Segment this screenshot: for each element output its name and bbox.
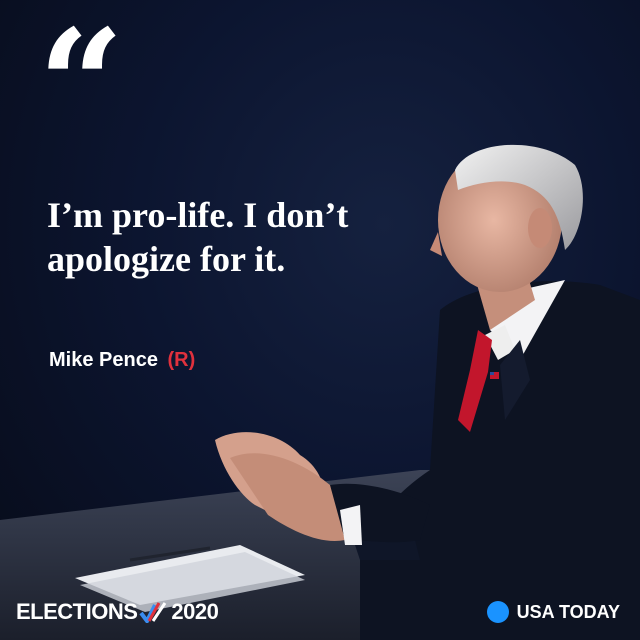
- quote-text: I’m pro-life. I don’t apologize for it.: [47, 195, 349, 279]
- elections-year: 2020: [171, 599, 219, 624]
- usa-today-label: USA TODAY: [516, 601, 620, 622]
- quotation-mark-icon: “: [38, 0, 124, 173]
- elections-2020-logo: ELECTIONS 2020: [16, 599, 219, 625]
- checkmark-icon: [139, 602, 167, 623]
- speaker-name: Mike Pence: [49, 349, 158, 371]
- usa-today-logo: USA TODAY: [486, 601, 620, 623]
- usa-today-dot-icon: [486, 601, 509, 623]
- elections-label: ELECTIONS: [16, 599, 138, 624]
- quote-card: “ I’m pro-life. I don’t apologize for it…: [0, 0, 640, 640]
- speaker-party: (R): [167, 349, 196, 371]
- speaker-attribution: Mike Pence (R): [49, 349, 195, 372]
